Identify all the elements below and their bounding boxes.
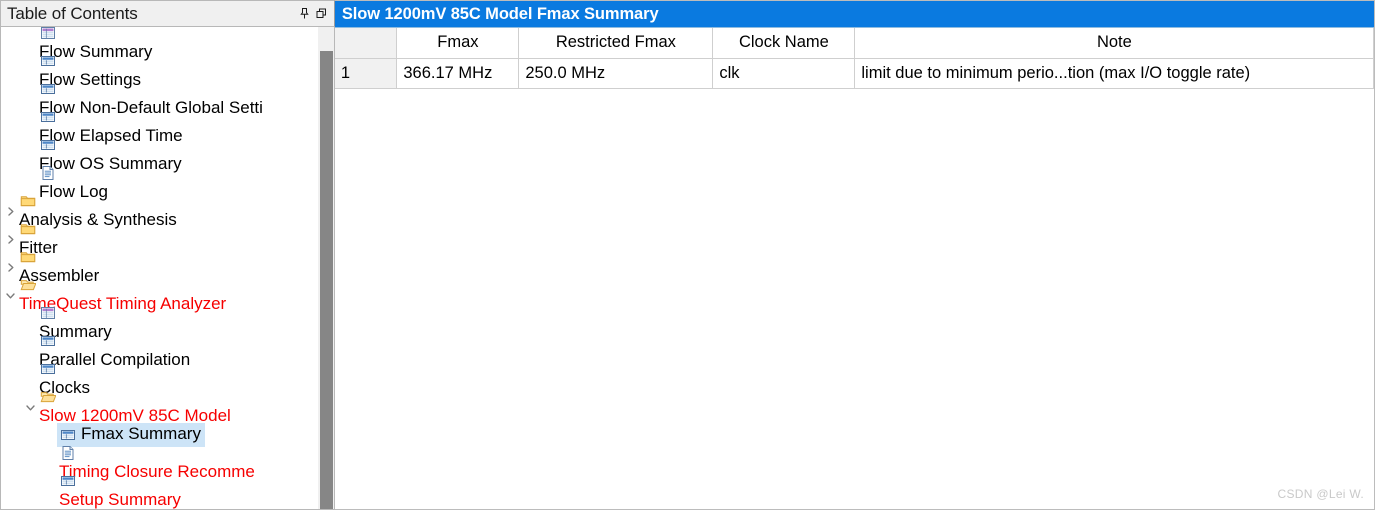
report-table-blue-icon (59, 426, 76, 443)
report-grid-area: Fmax Restricted Fmax Clock Name Note 1 3… (334, 27, 1374, 509)
restore-window-icon[interactable] (314, 6, 330, 22)
report-table-blue-icon (39, 109, 56, 126)
cell-restricted-fmax: 250.0 MHz (518, 58, 714, 89)
chevron-down-icon[interactable] (21, 402, 39, 413)
column-header-index[interactable] (334, 28, 398, 59)
report-table-purple-icon (39, 27, 56, 42)
chevron-right-icon[interactable] (1, 206, 19, 217)
folder-closed-icon (19, 249, 36, 266)
toc-tree[interactable]: Flow Summary Flow Settings Flow Non-Defaul… (1, 27, 317, 509)
table-row[interactable]: 1 366.17 MHz 250.0 MHz clk limit due to … (334, 58, 1374, 89)
folder-open-icon (19, 277, 36, 294)
report-title-bar: Slow 1200mV 85C Model Fmax Summary (334, 1, 1374, 27)
tree-item-label: Fmax Summary (81, 424, 201, 443)
tree-item-content: Setup Summary (59, 473, 181, 510)
cell-row-index: 1 (334, 58, 398, 89)
folder-closed-icon (19, 193, 36, 210)
chevron-down-icon[interactable] (1, 290, 19, 301)
folder-open-icon (39, 389, 56, 406)
cell-fmax: 366.17 MHz (396, 58, 520, 89)
toc-header: Table of Contents (0, 0, 335, 27)
folder-closed-icon (19, 221, 36, 238)
watermark: CSDN @Lei W. (1277, 487, 1364, 501)
report-table-blue-icon (39, 137, 56, 154)
tree-item-slow-1200mv-85c-model[interactable]: Slow 1200mV 85C Model (1, 392, 317, 424)
report-table-blue-icon (39, 361, 56, 378)
table-header-row: Fmax Restricted Fmax Clock Name Note (334, 28, 1374, 59)
table-of-contents-panel: Table of Contents Flow Summary Flow Sett… (0, 0, 335, 510)
document-icon (59, 445, 76, 462)
fmax-summary-table: Fmax Restricted Fmax Clock Name Note 1 3… (334, 28, 1374, 89)
column-header-note[interactable]: Note (854, 28, 1374, 59)
toc-vertical-scrollbar[interactable] (316, 27, 334, 509)
report-table-blue-icon (39, 81, 56, 98)
report-table-purple-icon (39, 305, 56, 322)
toc-body: Flow Summary Flow Settings Flow Non-Defaul… (0, 27, 335, 510)
application-window: Table of Contents Flow Summary Flow Sett… (0, 0, 1375, 510)
tree-item-content: Fmax Summary (57, 423, 205, 447)
toc-scrollbar-thumb[interactable] (319, 51, 333, 509)
document-icon (39, 165, 56, 182)
chevron-right-icon[interactable] (1, 234, 19, 245)
report-table-blue-icon (59, 473, 76, 490)
report-content-panel: Slow 1200mV 85C Model Fmax Summary Fmax … (334, 0, 1375, 510)
tree-item-setup-summary[interactable]: Setup Summary (1, 476, 317, 508)
report-table-blue-icon (39, 53, 56, 70)
tree-item-content: Slow 1200mV 85C Model (39, 389, 231, 426)
toc-title: Table of Contents (7, 3, 138, 23)
column-header-restricted-fmax[interactable]: Restricted Fmax (518, 28, 714, 59)
report-title-text: Slow 1200mV 85C Model Fmax Summary (341, 4, 659, 23)
column-header-clock-name[interactable]: Clock Name (712, 28, 856, 59)
tree-item-label: Setup Summary (59, 489, 181, 509)
cell-note: limit due to minimum perio...tion (max I… (854, 58, 1374, 89)
cell-clock-name: clk (712, 58, 856, 89)
report-table-blue-icon (39, 333, 56, 350)
column-header-fmax[interactable]: Fmax (396, 28, 520, 59)
pin-icon[interactable] (297, 6, 313, 22)
chevron-right-icon[interactable] (1, 262, 19, 273)
